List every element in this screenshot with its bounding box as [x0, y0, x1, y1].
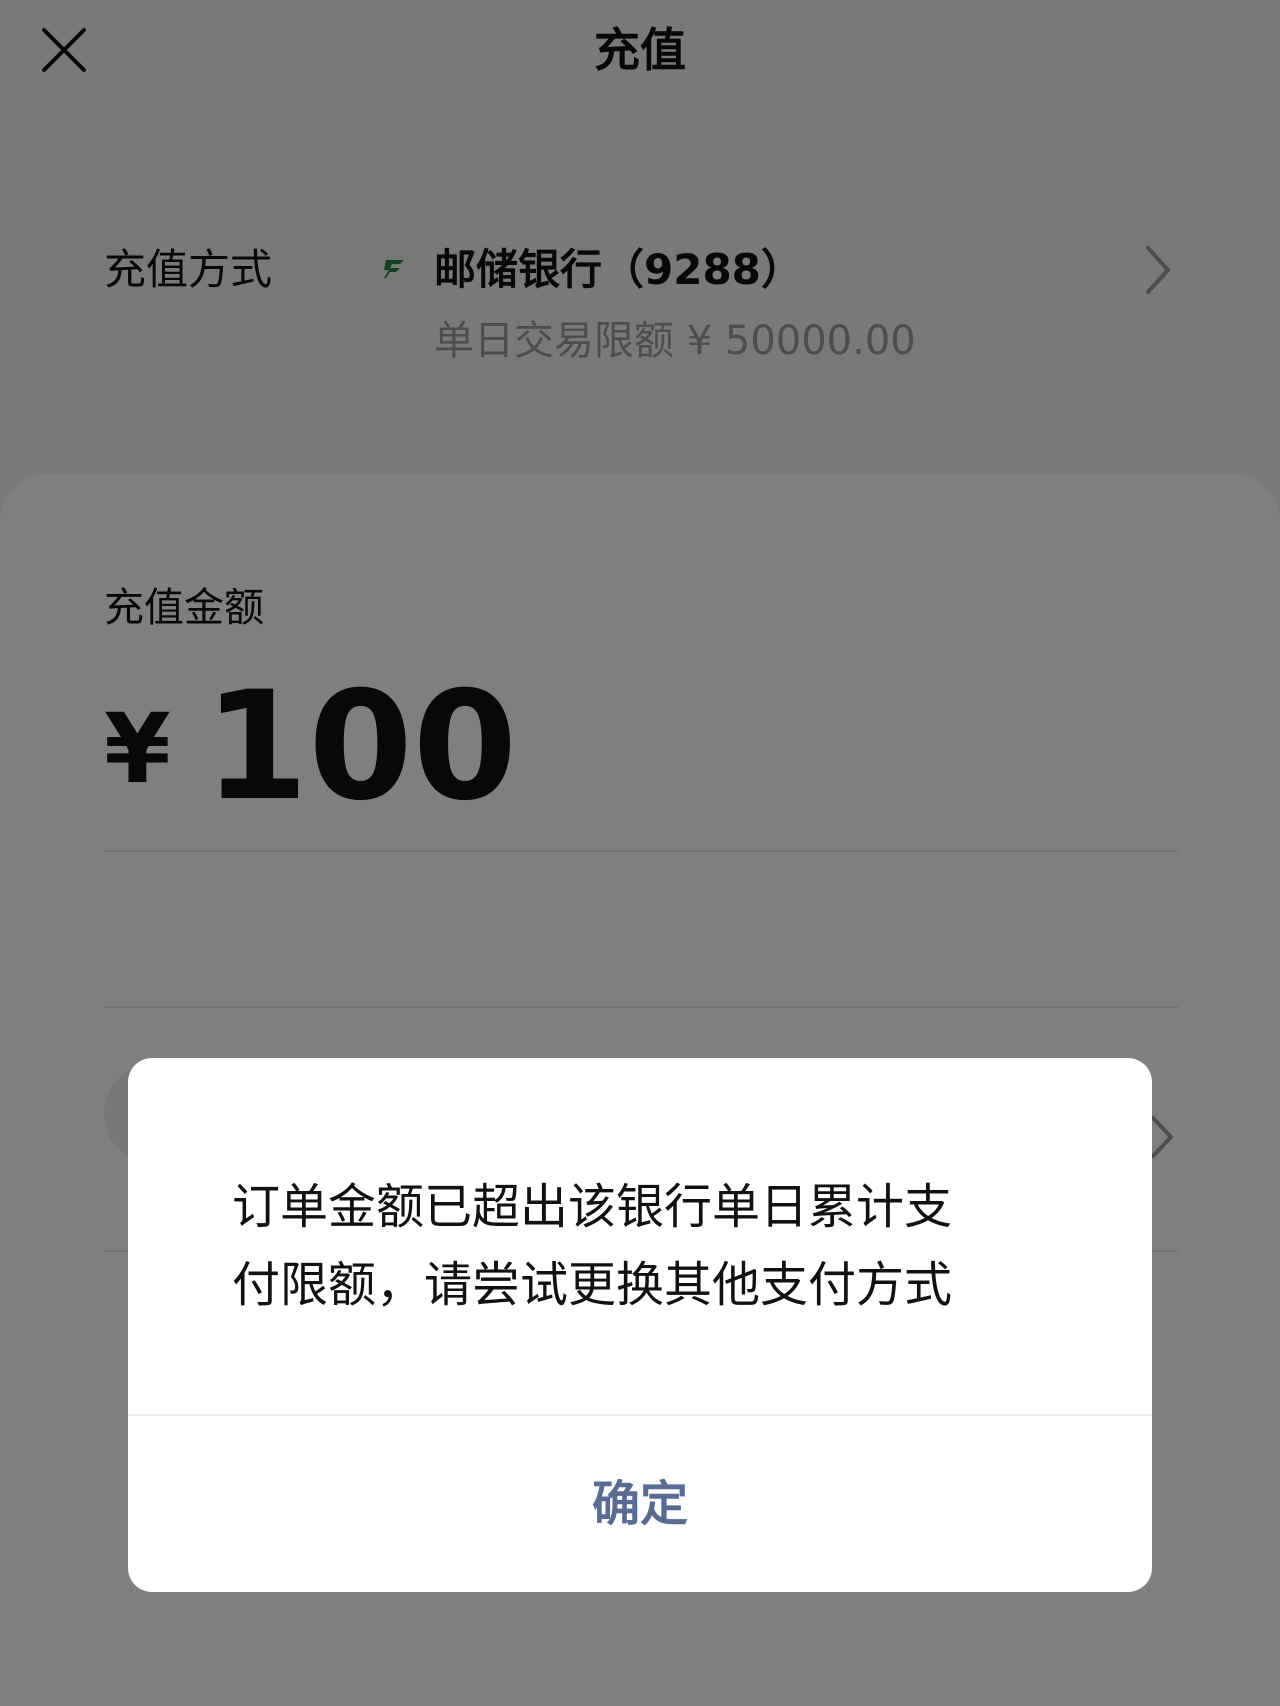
confirm-button[interactable]: 确定 [128, 1416, 1152, 1592]
limit-exceeded-dialog: 订单金额已超出该银行单日累计支 付限额，请尝试更换其他支付方式 确定 [128, 1058, 1152, 1592]
dialog-message-line: 付限额，请尝试更换其他支付方式 [232, 1257, 953, 1313]
dialog-message-line: 订单金额已超出该银行单日累计支 [232, 1179, 953, 1235]
recharge-screen: 充值 充值方式 邮储银行（9288） 单日交易限额 ¥ 50000.00 充值金… [0, 0, 1280, 1706]
dialog-message: 订单金额已超出该银行单日累计支 付限额，请尝试更换其他支付方式 [232, 1168, 1052, 1324]
